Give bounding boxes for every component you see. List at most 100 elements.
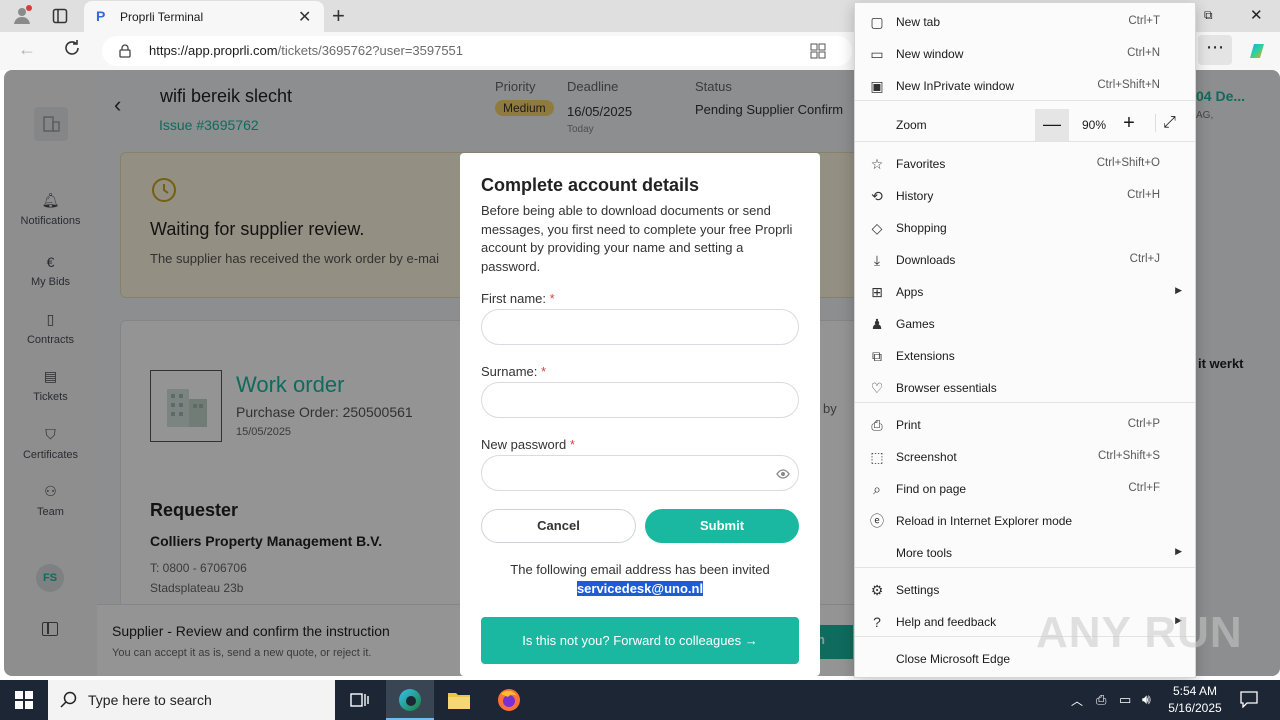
menu-item-shortcut: Ctrl+Shift+N — [1097, 79, 1160, 91]
tab-title: Proprli Terminal — [120, 10, 204, 24]
copilot-icon[interactable] — [1246, 40, 1268, 62]
menu-item-find-on-page[interactable]: ⌕ Find on page Ctrl+F — [855, 473, 1195, 505]
surname-input[interactable] — [481, 382, 799, 418]
close-window-icon[interactable]: ✕ — [1250, 6, 1263, 24]
zoom-label: Zoom — [896, 118, 927, 132]
menu-item-favorites[interactable]: ☆ Favorites Ctrl+Shift+O — [855, 148, 1195, 180]
browser-tab-active[interactable]: P Proprli Terminal ✕ — [84, 1, 324, 32]
menu-item-print[interactable]: ⎙ Print Ctrl+P — [855, 409, 1195, 441]
refresh-icon[interactable] — [62, 38, 82, 58]
apps-icon: ⊞ — [871, 284, 883, 300]
favorites-star-icon: ☆ — [870, 156, 884, 172]
menu-item-reload-in-internet-explorer-mode[interactable]: ⓔ Reload in Internet Explorer mode — [855, 505, 1195, 537]
submit-button[interactable]: Submit — [645, 509, 799, 543]
forward-to-colleagues-button[interactable]: Is this not you? Forward to colleagues → — [481, 617, 799, 664]
windows-start-icon[interactable] — [15, 691, 33, 709]
first-name-label-text: First name: — [481, 291, 547, 306]
settings-more-icon[interactable]: ⋯ — [1198, 35, 1232, 65]
menu-item-screenshot[interactable]: ⬚ Screenshot Ctrl+Shift+S — [855, 441, 1195, 473]
url-domain: https://app.proprli.com — [149, 43, 278, 58]
show-password-eye-icon[interactable] — [776, 467, 790, 479]
menu-item-shortcut: Ctrl+Shift+O — [1096, 157, 1160, 169]
menu-item-label: Extensions — [896, 349, 955, 363]
lock-icon — [119, 44, 131, 58]
url-text: https://app.proprli.com/tickets/3695762?… — [149, 43, 463, 58]
menu-item-label: Close Microsoft Edge — [896, 652, 1011, 666]
menu-item-browser-essentials[interactable]: ♡ Browser essentials — [855, 372, 1195, 404]
new-tab-icon[interactable]: + — [332, 3, 345, 29]
password-input[interactable] — [481, 455, 799, 491]
menu-item-new-window[interactable]: ▭ New window Ctrl+N — [855, 38, 1195, 70]
notification-center-icon[interactable] — [1240, 690, 1258, 709]
volume-icon[interactable]: 🔊︎ — [1142, 691, 1151, 708]
anyrun-watermark: ANY RUN — [1036, 608, 1243, 657]
menu-item-new-inprivate-window[interactable]: ▣ New InPrivate window Ctrl+Shift+N — [855, 70, 1195, 102]
first-name-input[interactable] — [481, 309, 799, 345]
menu-item-label: New tab — [896, 15, 941, 29]
history-icon: ⟲ — [871, 188, 883, 204]
help-icon: ? — [873, 614, 881, 630]
new-tab-icon: ▢ — [870, 14, 884, 30]
edge-taskbar-icon[interactable] — [386, 680, 434, 720]
menu-item-apps[interactable]: ⊞ Apps ▶ — [855, 276, 1195, 308]
tray-chevron-icon[interactable]: ︿ — [1071, 692, 1083, 709]
network-icon[interactable]: ▭ — [1119, 692, 1131, 708]
menu-item-label: New window — [896, 47, 964, 61]
menu-item-label: Favorites — [896, 157, 946, 171]
invite-text: The following email address has been inv… — [510, 562, 770, 577]
menu-item-downloads[interactable]: ⤓ Downloads Ctrl+J — [855, 244, 1195, 276]
menu-item-games[interactable]: ♟ Games — [855, 308, 1195, 340]
surname-label-text: Surname: — [481, 364, 538, 379]
menu-item-new-tab[interactable]: ▢ New tab Ctrl+T — [855, 6, 1195, 38]
fullscreen-icon[interactable]: ⤢ — [1155, 114, 1183, 132]
address-bar[interactable]: https://app.proprli.com/tickets/3695762?… — [102, 36, 852, 66]
menu-divider — [855, 141, 1195, 142]
tab-actions-icon[interactable] — [52, 8, 68, 24]
clock-time[interactable]: 5:54 AM — [1160, 684, 1230, 698]
menu-item-label: Print — [896, 418, 921, 432]
complete-account-modal: Complete account details Before being ab… — [460, 153, 820, 676]
submenu-arrow-icon: ▶ — [1175, 285, 1182, 295]
menu-item-history[interactable]: ⟲ History Ctrl+H — [855, 180, 1195, 212]
menu-item-label: Browser essentials — [896, 381, 997, 395]
file-explorer-icon[interactable] — [447, 690, 471, 710]
app-available-icon[interactable] — [810, 43, 826, 59]
password-label: New password * — [481, 437, 575, 452]
zoom-in-button[interactable]: + — [1115, 112, 1143, 135]
menu-item-shortcut: Ctrl+Shift+S — [1098, 450, 1160, 462]
restore-window-icon[interactable]: ⧉ — [1204, 8, 1213, 23]
menu-item-shortcut: Ctrl+T — [1128, 15, 1160, 27]
proprli-favicon-icon: P — [96, 8, 106, 24]
zoom-out-button[interactable]: — — [1035, 109, 1069, 141]
menu-item-extensions[interactable]: ⧉ Extensions — [855, 340, 1195, 372]
firefox-icon[interactable] — [497, 688, 521, 712]
menu-divider — [855, 100, 1195, 101]
menu-item-label: More tools — [896, 546, 953, 560]
taskbar-search-box[interactable]: Type here to search — [48, 680, 335, 720]
back-icon[interactable]: ← — [18, 39, 36, 60]
cancel-button[interactable]: Cancel — [481, 509, 636, 543]
menu-item-settings[interactable]: ⚙ Settings — [855, 574, 1195, 606]
required-mark: * — [569, 437, 575, 452]
clock-date[interactable]: 5/16/2025 — [1160, 701, 1230, 715]
task-view-icon[interactable] — [350, 691, 370, 709]
games-icon: ♟ — [870, 316, 884, 332]
menu-item-label: New InPrivate window — [896, 79, 1015, 93]
menu-item-label: Help and feedback — [896, 615, 997, 629]
first-name-label: First name: * — [481, 291, 555, 306]
arrow-right-icon: → — [744, 633, 758, 648]
taskbar-search-placeholder: Type here to search — [88, 692, 212, 708]
tray-device-icon[interactable]: ⎙ — [1096, 692, 1106, 708]
menu-item-shopping[interactable]: ◇ Shopping — [855, 212, 1195, 244]
download-icon: ⤓ — [873, 252, 881, 268]
menu-item-label: Games — [896, 317, 935, 331]
menu-divider — [855, 567, 1195, 568]
profile-icon[interactable] — [12, 5, 32, 25]
screenshot-icon: ⬚ — [870, 449, 884, 465]
print-icon: ⎙ — [871, 417, 883, 433]
required-mark: * — [541, 364, 547, 379]
menu-item-shortcut: Ctrl+P — [1127, 418, 1160, 430]
tab-close-icon[interactable]: ✕ — [298, 7, 311, 27]
find-on-page-icon: ⌕ — [873, 481, 881, 497]
menu-item-more-tools[interactable]: More tools ▶ — [855, 537, 1195, 569]
